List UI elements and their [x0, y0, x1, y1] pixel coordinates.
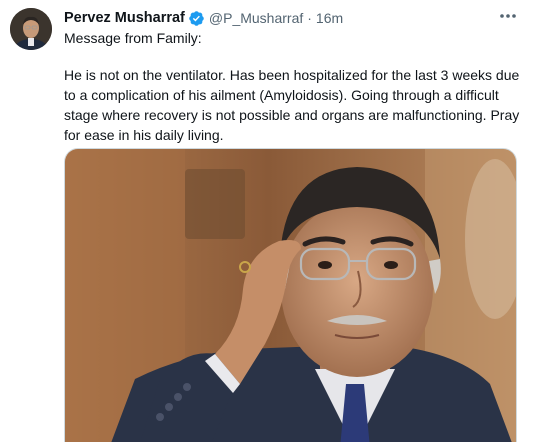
avatar[interactable] [10, 8, 52, 50]
author-name[interactable]: Pervez Musharraf [64, 10, 185, 26]
tweet[interactable]: Pervez Musharraf @P_Musharraf · 16m Mess… [0, 0, 533, 442]
author-handle[interactable]: @P_Musharraf [209, 10, 303, 26]
tweet-photo[interactable] [64, 148, 517, 442]
tweet-intro-text: Message from Family: [64, 30, 202, 46]
timestamp[interactable]: 16m [316, 10, 343, 26]
tweet-body-text: He is not on the ventilator. Has been ho… [64, 67, 520, 143]
more-options-icon[interactable] [497, 6, 519, 26]
verified-badge-icon [188, 10, 205, 27]
tweet-header: Pervez Musharraf @P_Musharraf · 16m [64, 8, 343, 28]
separator-dot: · [307, 10, 312, 26]
